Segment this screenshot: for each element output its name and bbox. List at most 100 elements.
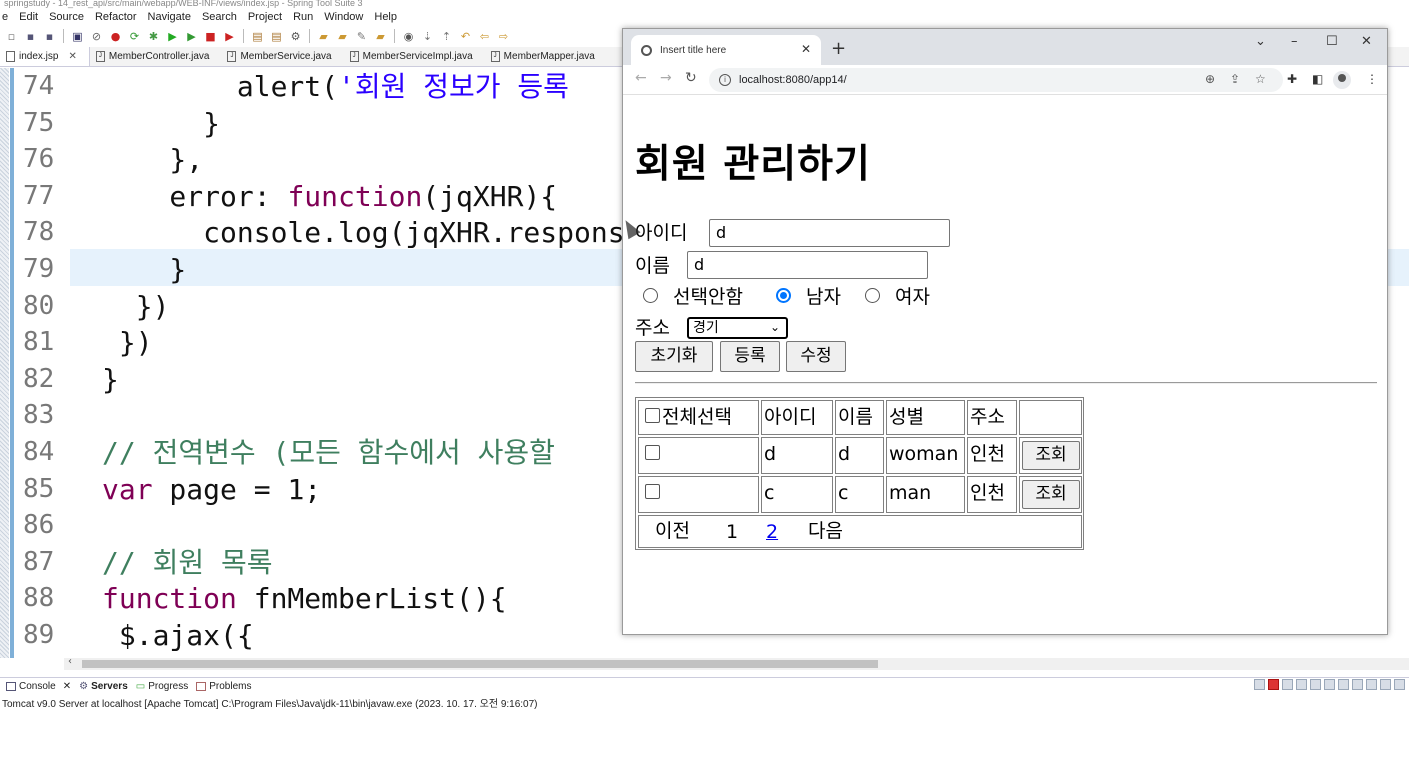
new-file-icon[interactable]: ▫: [4, 29, 19, 44]
profile-avatar[interactable]: [1333, 71, 1351, 89]
open-type-icon[interactable]: ▤: [250, 29, 265, 44]
tab-search-icon[interactable]: ⌄: [1255, 34, 1266, 49]
table-header-gender: 성별: [886, 400, 965, 435]
row-checkbox[interactable]: [645, 484, 660, 499]
editor-tab-member-controller[interactable]: J MemberController.java: [90, 47, 222, 66]
name-input[interactable]: d: [687, 251, 928, 279]
modify-button[interactable]: 수정: [786, 341, 846, 372]
forward-icon[interactable]: →: [660, 70, 672, 86]
tab-servers-label: Servers: [91, 681, 128, 692]
editor-tab-member-service-impl[interactable]: J MemberServiceImpl.java: [344, 47, 485, 66]
new-tab-icon[interactable]: +: [831, 38, 846, 59]
new-spring-icon[interactable]: ⚙: [288, 29, 303, 44]
forward-icon[interactable]: ⇨: [496, 29, 511, 44]
display-console-icon[interactable]: [1366, 679, 1377, 690]
run-icon[interactable]: ▶: [165, 29, 180, 44]
site-info-icon[interactable]: i: [719, 74, 731, 86]
tab-servers[interactable]: ⚙ Servers: [79, 681, 128, 692]
pin-console-icon[interactable]: [1352, 679, 1363, 690]
pager-prev[interactable]: 이전: [655, 515, 690, 548]
word-wrap-icon[interactable]: [1324, 679, 1335, 690]
console-settings-icon[interactable]: [1254, 679, 1265, 690]
back-icon[interactable]: ⇦: [477, 29, 492, 44]
previous-annotation-icon[interactable]: ⇡: [439, 29, 454, 44]
editor-horizontal-scrollbar[interactable]: ‹: [64, 656, 1409, 670]
menu-project[interactable]: Project: [248, 11, 282, 23]
debug-icon[interactable]: ✱: [146, 29, 161, 44]
open-resource-icon[interactable]: ▤: [269, 29, 284, 44]
menu-window[interactable]: Window: [324, 11, 363, 23]
share-icon[interactable]: ⇪: [1230, 72, 1240, 86]
save-icon[interactable]: ▪: [23, 29, 38, 44]
address-select[interactable]: 경기 ⌄: [687, 317, 788, 339]
register-button[interactable]: 등록: [720, 341, 780, 372]
close-icon[interactable]: ✕: [801, 42, 811, 56]
external-tools-icon[interactable]: ▶: [222, 29, 237, 44]
edit-icon[interactable]: ✎: [354, 29, 369, 44]
stop-icon[interactable]: ●: [108, 29, 123, 44]
reload-icon[interactable]: ↻: [685, 70, 697, 86]
close-icon[interactable]: ✕: [63, 681, 71, 692]
open-project-icon[interactable]: ▰: [335, 29, 350, 44]
menu-file[interactable]: e: [2, 11, 8, 23]
last-edit-icon[interactable]: ↶: [458, 29, 473, 44]
id-input[interactable]: d: [709, 219, 950, 247]
toolbar-separator: [394, 29, 395, 43]
scrollbar-thumb[interactable]: [82, 660, 878, 668]
menu-run[interactable]: Run: [293, 11, 313, 23]
terminal-icon[interactable]: ▣: [70, 29, 85, 44]
menu-navigate[interactable]: Navigate: [148, 11, 191, 23]
browser-tab[interactable]: Insert title here ✕: [631, 35, 821, 65]
next-annotation-icon[interactable]: ⇣: [420, 29, 435, 44]
terminate-icon[interactable]: [1268, 679, 1279, 690]
zoom-icon[interactable]: ⊕: [1205, 72, 1215, 86]
menu-refactor[interactable]: Refactor: [95, 11, 137, 23]
back-icon[interactable]: ←: [635, 70, 647, 86]
editor-tab-member-service[interactable]: J MemberService.java: [221, 47, 343, 66]
coverage-icon[interactable]: ▶: [184, 29, 199, 44]
tab-progress[interactable]: ▭ Progress: [136, 681, 188, 692]
gender-radio-male[interactable]: [776, 288, 791, 303]
editor-tab-index-jsp[interactable]: index.jsp ✕: [0, 47, 90, 66]
open-folder-icon[interactable]: ▰: [316, 29, 331, 44]
refresh-icon[interactable]: ⟳: [127, 29, 142, 44]
bookmark-star-icon[interactable]: ☆: [1255, 72, 1266, 86]
editor-tab-member-mapper[interactable]: J MemberMapper.java: [485, 47, 607, 66]
close-window-icon[interactable]: ✕: [1361, 34, 1372, 49]
gender-radio-female[interactable]: [865, 288, 880, 303]
menu-search[interactable]: Search: [202, 11, 237, 23]
pager-page-2-link[interactable]: 2: [766, 521, 778, 543]
pager-next[interactable]: 다음: [808, 515, 843, 548]
extensions-icon[interactable]: ✚: [1287, 72, 1297, 86]
minimize-icon[interactable]: –: [1291, 34, 1298, 49]
menu-edit[interactable]: Edit: [19, 11, 38, 23]
gender-radio-none[interactable]: [643, 288, 658, 303]
view-button[interactable]: 조회: [1022, 441, 1080, 470]
tab-console[interactable]: Console ✕: [6, 681, 71, 692]
open-console-icon[interactable]: [1380, 679, 1391, 690]
address-bar[interactable]: i localhost:8080/app14/: [709, 68, 1283, 92]
save-all-icon[interactable]: ▪: [42, 29, 57, 44]
maximize-icon[interactable]: ☐: [1326, 34, 1338, 49]
view-button[interactable]: 조회: [1022, 480, 1080, 509]
reset-button[interactable]: 초기화: [635, 341, 713, 372]
folder-icon[interactable]: ▰: [373, 29, 388, 44]
pager-page-2[interactable]: 2: [766, 516, 778, 549]
show-on-output-icon[interactable]: [1338, 679, 1349, 690]
side-panel-icon[interactable]: ◧: [1312, 72, 1323, 86]
menu-kebab-icon[interactable]: ⋮: [1366, 72, 1378, 86]
menu-source[interactable]: Source: [49, 11, 84, 23]
tab-problems[interactable]: Problems: [196, 681, 251, 692]
new-console-icon[interactable]: [1394, 679, 1405, 690]
skip-breakpoints-icon[interactable]: ⊘: [89, 29, 104, 44]
close-icon[interactable]: ✕: [68, 51, 76, 62]
select-all-checkbox[interactable]: [645, 408, 660, 423]
remove-all-icon[interactable]: [1296, 679, 1307, 690]
menu-help[interactable]: Help: [374, 11, 397, 23]
stop-server-icon[interactable]: ■: [203, 29, 218, 44]
scroll-left-icon[interactable]: ‹: [68, 656, 72, 667]
row-checkbox[interactable]: [645, 445, 660, 460]
remove-launch-icon[interactable]: [1282, 679, 1293, 690]
scroll-lock-icon[interactable]: [1310, 679, 1321, 690]
globe-icon[interactable]: ◉: [401, 29, 416, 44]
